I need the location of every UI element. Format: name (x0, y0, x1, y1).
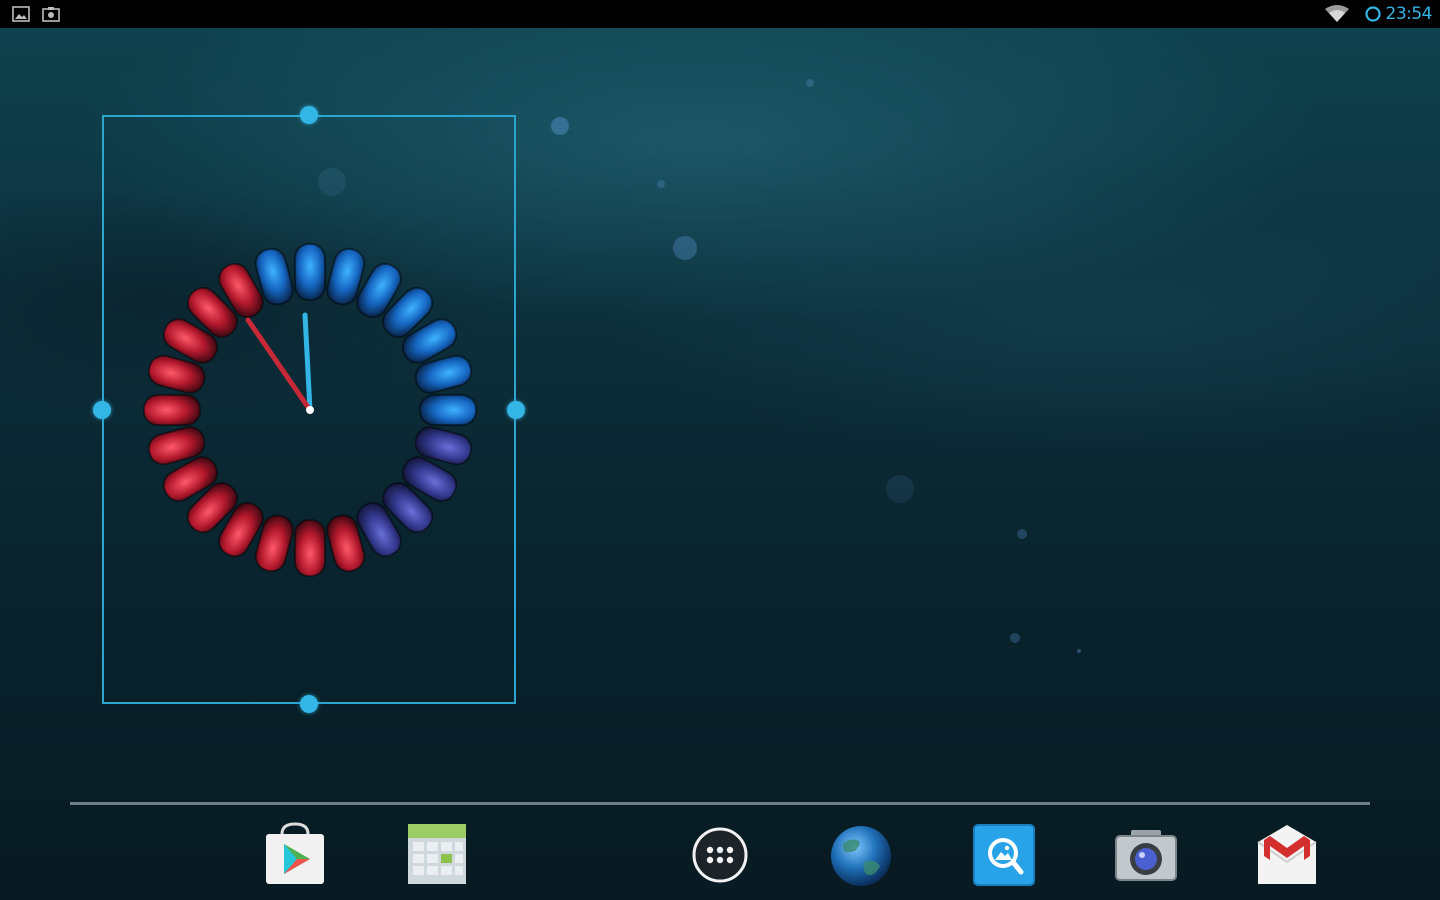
clock-center (306, 406, 314, 414)
gmail-icon[interactable] (1254, 822, 1320, 888)
wallpaper-bokeh (1017, 529, 1027, 539)
resize-handle-bottom[interactable] (300, 695, 318, 713)
status-clock: 23:54 (1385, 4, 1433, 24)
play-store-icon[interactable] (262, 822, 328, 888)
sync-icon (1365, 6, 1381, 22)
browser-icon[interactable] (828, 822, 894, 888)
gallery-notification-icon (12, 6, 30, 22)
wallpaper-bokeh (1010, 633, 1020, 643)
status-bar[interactable]: 23:54 (0, 0, 1440, 28)
clock-ring-segment (294, 519, 326, 577)
wallpaper-bokeh (551, 117, 569, 135)
resize-handle-top[interactable] (300, 106, 318, 124)
analog-clock-widget[interactable] (120, 220, 500, 600)
clock-ring-segment (294, 243, 326, 301)
camera-icon[interactable] (1113, 822, 1179, 888)
dock-divider (70, 802, 1370, 805)
resize-handle-right[interactable] (507, 401, 525, 419)
screenshot-notification-icon (42, 7, 60, 22)
clock-minute-hand (245, 317, 313, 413)
app-drawer-icon[interactable] (687, 822, 753, 888)
wallpaper-bokeh (1077, 649, 1081, 653)
clock-hour-hand (302, 312, 313, 413)
wallpaper-bokeh (886, 475, 914, 503)
wallpaper-bokeh (806, 79, 814, 87)
wifi-icon (1325, 5, 1349, 22)
wallpaper-bokeh (657, 180, 665, 188)
clock-ring-segment (143, 394, 201, 426)
wallpaper-bokeh (673, 236, 697, 260)
quickpic-gallery-icon[interactable] (971, 822, 1037, 888)
resize-handle-left[interactable] (93, 401, 111, 419)
clock-ring-segment (419, 394, 477, 426)
calendar-app-icon[interactable] (404, 822, 470, 888)
